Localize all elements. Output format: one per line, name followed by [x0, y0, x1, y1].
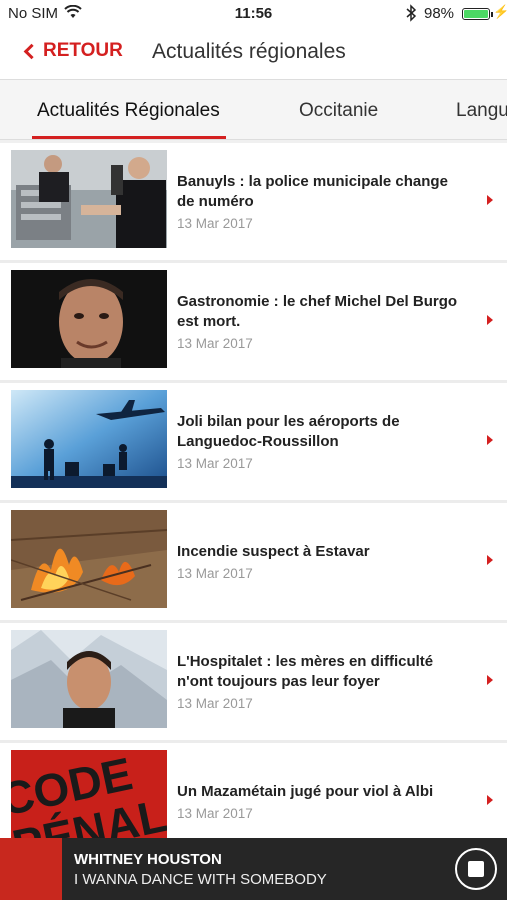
article-date: 13 Mar 2017	[177, 336, 253, 351]
station-logo	[0, 838, 62, 900]
chevron-right-icon	[487, 555, 493, 565]
bluetooth-icon	[405, 4, 417, 26]
article-date: 13 Mar 2017	[177, 806, 253, 821]
player-artist: WHITNEY HOUSTON	[74, 851, 222, 868]
battery-percent: 98%	[424, 5, 455, 22]
chevron-right-icon	[487, 435, 493, 445]
code-penal-photo: CODE PÉNAL	[11, 750, 167, 848]
chevron-left-icon	[23, 43, 40, 60]
stop-button[interactable]	[455, 848, 497, 890]
battery-icon	[462, 8, 493, 20]
now-playing-bar[interactable]: WHITNEY HOUSTON I WANNA DANCE WITH SOMEB…	[0, 838, 507, 900]
back-button[interactable]: RETOUR	[23, 40, 123, 62]
portrait-photo	[11, 270, 167, 368]
chevron-right-icon	[487, 675, 493, 685]
article-title: L'Hospitalet : les mères en difficulté n…	[177, 653, 434, 690]
status-bar: No SIM 11:56 98% ⚡	[0, 0, 507, 28]
fire-photo	[11, 510, 167, 608]
article-date: 13 Mar 2017	[177, 696, 253, 711]
battery-fill	[464, 10, 488, 18]
tab-languedoc[interactable]: Langu	[456, 100, 507, 122]
article-title: Joli bilan pour les aéroports de Langued…	[177, 413, 400, 450]
navigation-bar: RETOUR Actualités régionales	[0, 28, 507, 80]
article-title: Incendie suspect à Estavar	[177, 543, 370, 560]
snow-portrait-photo	[11, 630, 167, 728]
article-item[interactable]: Gastronomie : le chef Michel Del Burgo e…	[0, 263, 507, 383]
stop-icon	[468, 861, 484, 877]
article-title: Banuyls : la police municipale change de…	[177, 173, 448, 210]
article-item[interactable]: L'Hospitalet : les mères en difficulté n…	[0, 623, 507, 743]
article-title: Un Mazamétain jugé pour viol à Albi	[177, 783, 434, 800]
player-track: I WANNA DANCE WITH SOMEBODY	[74, 871, 327, 888]
page-title: Actualités régionales	[152, 40, 346, 63]
active-tab-indicator	[32, 136, 226, 139]
back-label: RETOUR	[43, 40, 123, 61]
chevron-right-icon	[487, 315, 493, 325]
chevron-right-icon	[487, 195, 493, 205]
airport-photo	[11, 390, 167, 488]
article-item[interactable]: Banuyls : la police municipale change de…	[0, 143, 507, 263]
article-list: Banuyls : la police municipale change de…	[0, 143, 507, 863]
article-date: 13 Mar 2017	[177, 216, 253, 231]
category-tabs: Actualités Régionales Occitanie Langu	[0, 80, 507, 140]
article-title: Gastronomie : le chef Michel Del Burgo e…	[177, 293, 458, 330]
bolt-icon: ⚡	[493, 4, 507, 19]
office-photo	[11, 150, 167, 248]
article-item[interactable]: Incendie suspect à Estavar 13 Mar 2017	[0, 503, 507, 623]
article-item[interactable]: Joli bilan pour les aéroports de Langued…	[0, 383, 507, 503]
chevron-right-icon	[487, 795, 493, 805]
article-date: 13 Mar 2017	[177, 566, 253, 581]
tab-actualites-regionales[interactable]: Actualités Régionales	[37, 100, 220, 122]
article-date: 13 Mar 2017	[177, 456, 253, 471]
tab-occitanie[interactable]: Occitanie	[299, 100, 378, 122]
